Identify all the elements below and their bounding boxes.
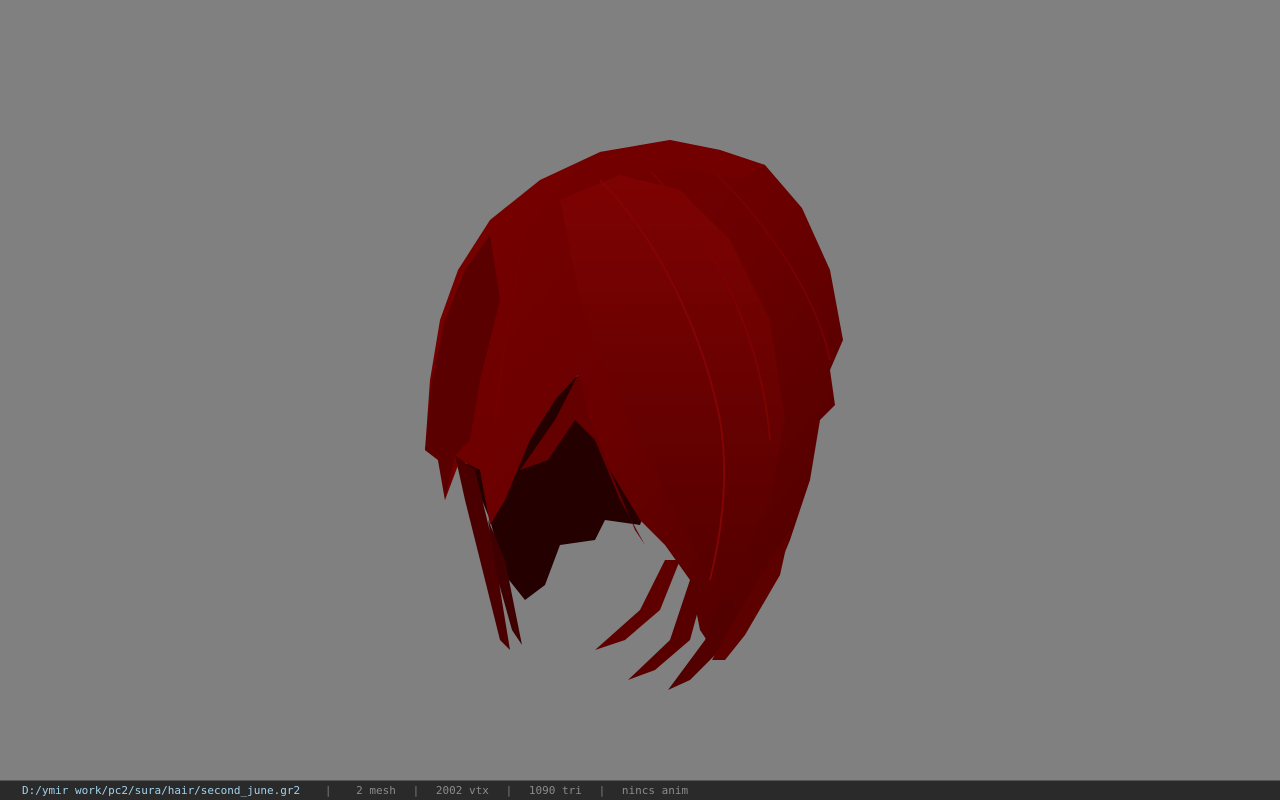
vertex-count: 2002 vtx — [435, 784, 489, 797]
3d-viewport[interactable] — [0, 0, 1280, 780]
animation-status: nincs anim — [621, 784, 689, 797]
mesh-count: 2 mesh — [356, 784, 396, 797]
hair-strand-right-1 — [595, 560, 680, 650]
status-separator: | — [598, 784, 606, 797]
status-separator: | — [505, 784, 513, 797]
triangle-count: 1090 tri — [528, 784, 582, 797]
status-separator: | — [324, 784, 332, 797]
status-separator: | — [412, 784, 420, 797]
hair-model-render — [425, 140, 843, 690]
file-path: D:/ymir work/pc2/sura/hair/second_june.g… — [22, 784, 301, 797]
status-bar: D:/ymir work/pc2/sura/hair/second_june.g… — [0, 780, 1280, 800]
